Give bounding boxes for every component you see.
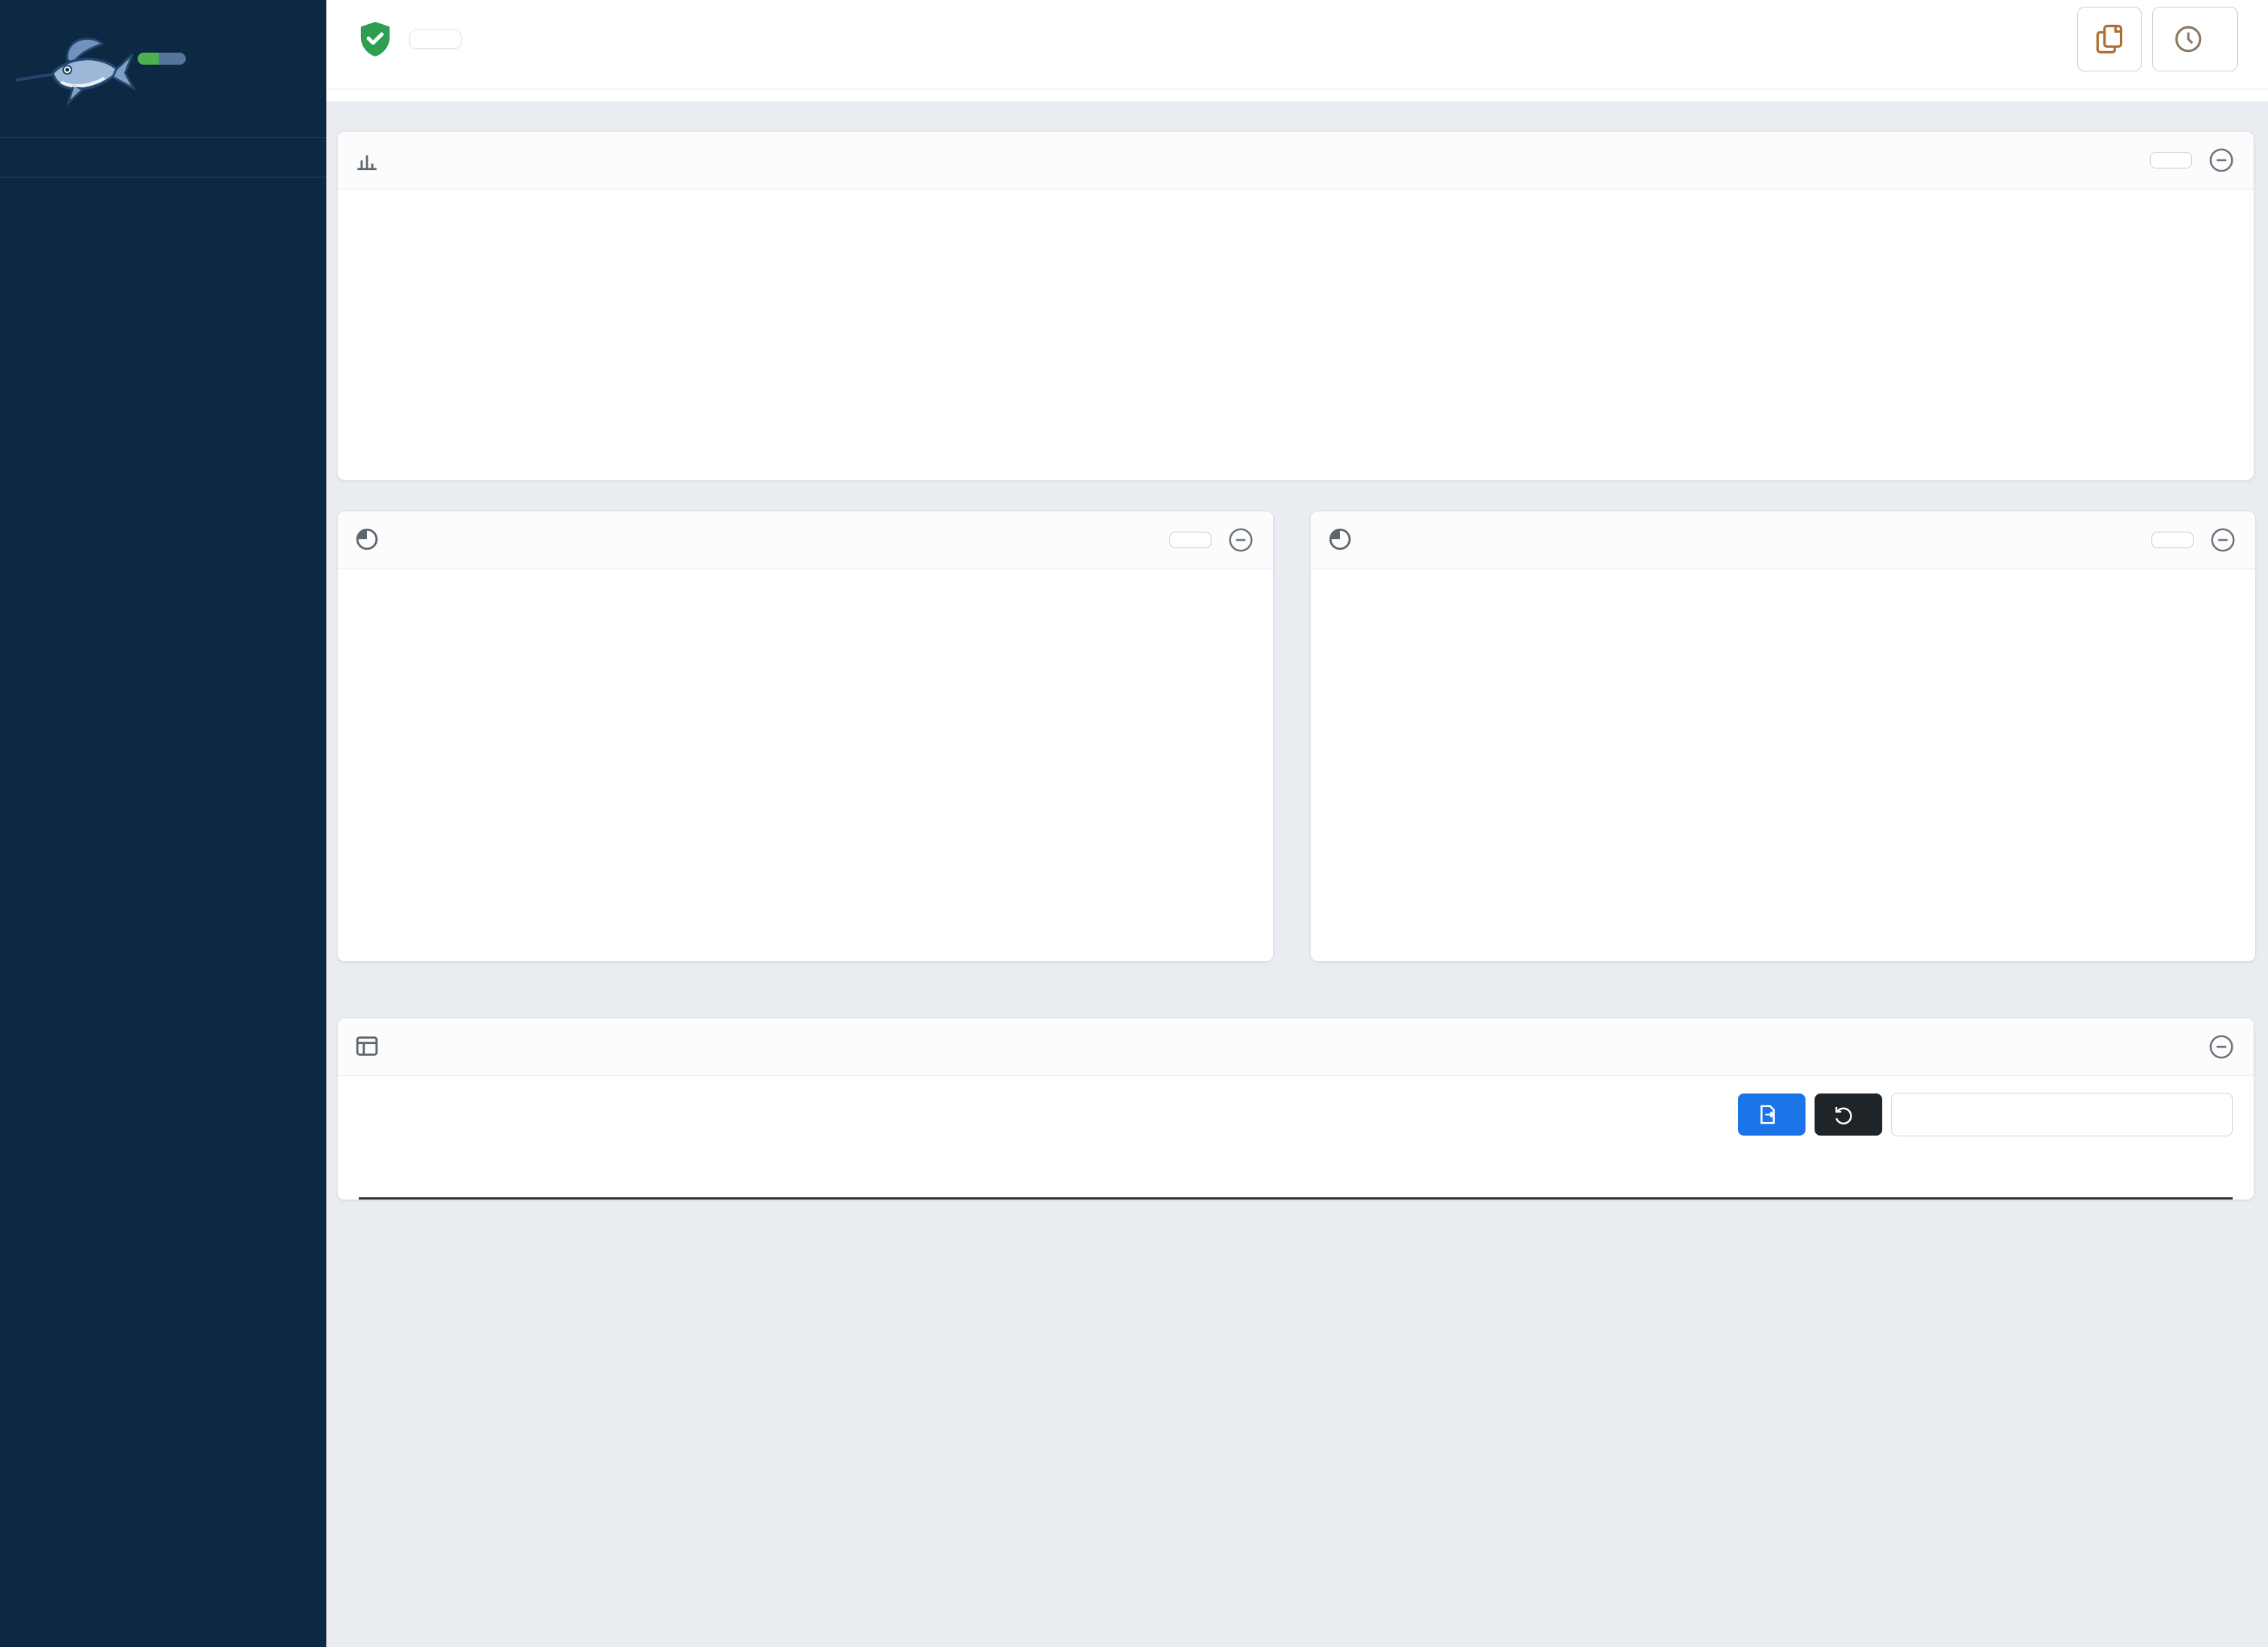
collapse-panel-button[interactable] <box>2206 1031 2237 1063</box>
pie-chart-icon <box>354 526 381 554</box>
time-spent-panel <box>337 131 2254 481</box>
collapse-panel-button[interactable] <box>2207 524 2239 556</box>
copy-icon <box>2093 23 2126 56</box>
table-header-row <box>359 1151 2233 1200</box>
health-shield-icon <box>358 20 393 59</box>
time-range-button[interactable] <box>2152 7 2238 71</box>
collapse-panel-button[interactable] <box>2206 144 2237 176</box>
export-icon <box>1756 1103 1778 1126</box>
clear-button[interactable] <box>1815 1093 1882 1136</box>
breadcrumb <box>326 66 2268 75</box>
top-waits-chart[interactable] <box>1311 569 2255 960</box>
hide-menu-button[interactable] <box>0 138 326 177</box>
pie-chart-icon <box>1327 526 1354 554</box>
statements-table <box>359 1151 2233 1200</box>
col-header-wait-time[interactable] <box>1639 1163 2007 1187</box>
marlin-fish-logo <box>14 20 138 132</box>
top-statements-chart[interactable] <box>338 569 1273 960</box>
col-header-weight[interactable] <box>2007 1163 2233 1187</box>
waits-chart-select[interactable] <box>2151 532 2194 548</box>
statements-panel <box>337 1018 2254 1200</box>
brand-db <box>138 53 159 65</box>
col-header-id[interactable] <box>359 1163 539 1187</box>
dbmarlin-app <box>0 0 2268 1647</box>
search-input[interactable] <box>1891 1093 2233 1136</box>
topbar <box>326 0 2268 102</box>
app-logo <box>0 0 326 137</box>
table-icon <box>354 1033 381 1060</box>
activity-chart-select[interactable] <box>2150 152 2192 168</box>
page-tabs <box>326 89 2268 102</box>
copy-link-button[interactable] <box>2077 7 2142 71</box>
content <box>326 102 2268 1200</box>
top-statements-panel <box>337 511 1274 962</box>
time-spent-chart[interactable] <box>338 190 2254 480</box>
instance-selector[interactable] <box>409 29 462 49</box>
sidebar <box>0 0 326 1647</box>
export-button[interactable] <box>1738 1093 1806 1136</box>
main-area <box>326 0 2268 1647</box>
statements-chart-select[interactable] <box>1169 532 1211 548</box>
top-waits-panel <box>1310 511 2256 962</box>
bar-chart-icon <box>354 147 381 174</box>
collapse-panel-button[interactable] <box>1225 524 1257 556</box>
clock-icon <box>2172 23 2204 55</box>
brand-marlin <box>159 53 186 65</box>
undo-icon <box>1833 1103 1855 1126</box>
